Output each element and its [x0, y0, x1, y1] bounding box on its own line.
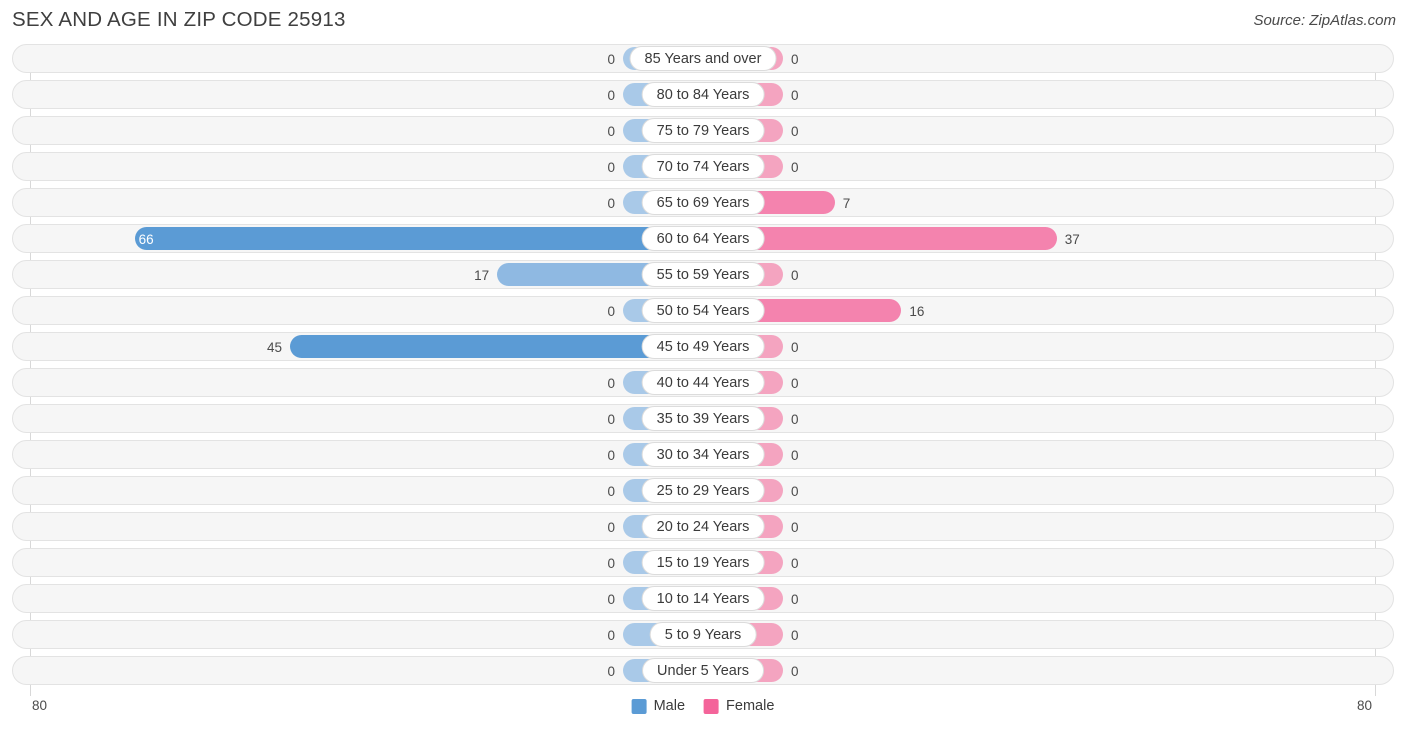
value-label-male: 17	[474, 268, 490, 283]
table-row[interactable]: 0 0 10 to 14 Years	[12, 584, 1394, 613]
legend-label-male: Male	[653, 698, 686, 714]
value-label-female: 0	[791, 484, 799, 499]
chart-footer: 80 80 Male Female	[12, 696, 1394, 736]
age-group-label: 65 to 69 Years	[641, 190, 765, 215]
value-label-female: 0	[791, 376, 799, 391]
value-label-female: 0	[791, 88, 799, 103]
value-label-female: 37	[1064, 232, 1080, 247]
table-row[interactable]: 0 0 20 to 24 Years	[12, 512, 1394, 541]
value-label-male: 0	[607, 628, 615, 643]
value-label-male: 45	[266, 340, 282, 355]
table-row[interactable]: 0 0 35 to 39 Years	[12, 404, 1394, 433]
value-label-female: 0	[791, 628, 799, 643]
age-group-label: 20 to 24 Years	[641, 514, 765, 539]
source-attribution: Source: ZipAtlas.com	[1253, 12, 1396, 29]
value-label-female: 0	[791, 52, 799, 67]
value-label-female: 0	[791, 664, 799, 679]
value-label-male: 0	[607, 484, 615, 499]
value-label-male: 0	[607, 520, 615, 535]
table-row[interactable]: 0 0 70 to 74 Years	[12, 152, 1394, 181]
bar-male[interactable]	[134, 227, 703, 250]
value-label-male: 0	[607, 412, 615, 427]
value-label-female: 0	[791, 124, 799, 139]
table-row[interactable]: 0 0 80 to 84 Years	[12, 80, 1394, 109]
age-group-label: Under 5 Years	[642, 658, 764, 683]
table-row[interactable]: 17 0 55 to 59 Years	[12, 260, 1394, 289]
value-label-female: 0	[791, 448, 799, 463]
table-row[interactable]: 0 0 40 to 44 Years	[12, 368, 1394, 397]
chart-plot-area: 0 0 85 Years and over 0 0 80 to 84 Years 0 0 75 …	[12, 44, 1394, 696]
age-group-label: 40 to 44 Years	[641, 370, 765, 395]
table-row[interactable]: 0 0 25 to 29 Years	[12, 476, 1394, 505]
value-label-male: 0	[607, 124, 615, 139]
table-row[interactable]: 0 0 Under 5 Years	[12, 656, 1394, 685]
legend-swatch-female-icon	[704, 698, 720, 714]
value-label-female: 16	[909, 304, 925, 319]
axis-tick-left: 80	[32, 698, 48, 713]
value-label-female: 0	[791, 556, 799, 571]
table-row[interactable]: 66 37 60 to 64 Years	[12, 224, 1394, 253]
table-row[interactable]: 0 0 85 Years and over	[12, 44, 1394, 73]
age-group-label: 30 to 34 Years	[641, 442, 765, 467]
age-group-rows: 0 0 85 Years and over 0 0 80 to 84 Years 0 0 75 …	[12, 44, 1394, 696]
value-label-female: 0	[791, 412, 799, 427]
age-group-label: 50 to 54 Years	[641, 298, 765, 323]
value-label-male: 0	[607, 556, 615, 571]
value-label-male: 0	[607, 448, 615, 463]
value-label-male: 0	[607, 52, 615, 67]
table-row[interactable]: 0 0 15 to 19 Years	[12, 548, 1394, 577]
age-group-label: 80 to 84 Years	[641, 82, 765, 107]
table-row[interactable]: 0 7 65 to 69 Years	[12, 188, 1394, 217]
age-group-label: 45 to 49 Years	[641, 334, 765, 359]
value-label-male: 0	[607, 376, 615, 391]
table-row[interactable]: 0 0 30 to 34 Years	[12, 440, 1394, 469]
value-label-female: 0	[791, 592, 799, 607]
table-row[interactable]: 0 0 75 to 79 Years	[12, 116, 1394, 145]
legend-swatch-male-icon	[631, 698, 647, 714]
value-label-male: 0	[607, 196, 615, 211]
table-row[interactable]: 0 0 5 to 9 Years	[12, 620, 1394, 649]
value-label-female: 0	[791, 340, 799, 355]
table-row[interactable]: 45 0 45 to 49 Years	[12, 332, 1394, 361]
value-label-male: 66	[138, 232, 154, 247]
legend-item-female[interactable]: Female	[704, 698, 774, 714]
value-label-female: 0	[791, 160, 799, 175]
age-group-label: 35 to 39 Years	[641, 406, 765, 431]
page-title: SEX AND AGE IN ZIP CODE 25913	[12, 8, 346, 31]
age-group-label: 75 to 79 Years	[641, 118, 765, 143]
value-label-male: 0	[607, 88, 615, 103]
value-label-male: 0	[607, 664, 615, 679]
value-label-female: 0	[791, 268, 799, 283]
age-group-label: 15 to 19 Years	[641, 550, 765, 575]
value-label-male: 0	[607, 304, 615, 319]
value-label-female: 7	[842, 196, 851, 211]
value-label-male: 0	[607, 160, 615, 175]
legend-label-female: Female	[726, 698, 775, 714]
age-group-label: 60 to 64 Years	[641, 226, 765, 251]
age-group-label: 85 Years and over	[629, 46, 777, 71]
age-group-label: 5 to 9 Years	[649, 622, 757, 647]
axis-tick-right: 80	[1356, 698, 1372, 713]
table-row[interactable]: 0 16 50 to 54 Years	[12, 296, 1394, 325]
age-group-label: 10 to 14 Years	[641, 586, 765, 611]
chart-header: SEX AND AGE IN ZIP CODE 25913 Source: Zi…	[0, 0, 1406, 44]
value-label-male: 0	[607, 592, 615, 607]
age-group-label: 25 to 29 Years	[641, 478, 765, 503]
value-label-female: 0	[791, 520, 799, 535]
age-group-label: 70 to 74 Years	[641, 154, 765, 179]
chart-legend: Male Female	[631, 698, 774, 714]
age-group-label: 55 to 59 Years	[641, 262, 765, 287]
legend-item-male[interactable]: Male	[631, 698, 686, 714]
